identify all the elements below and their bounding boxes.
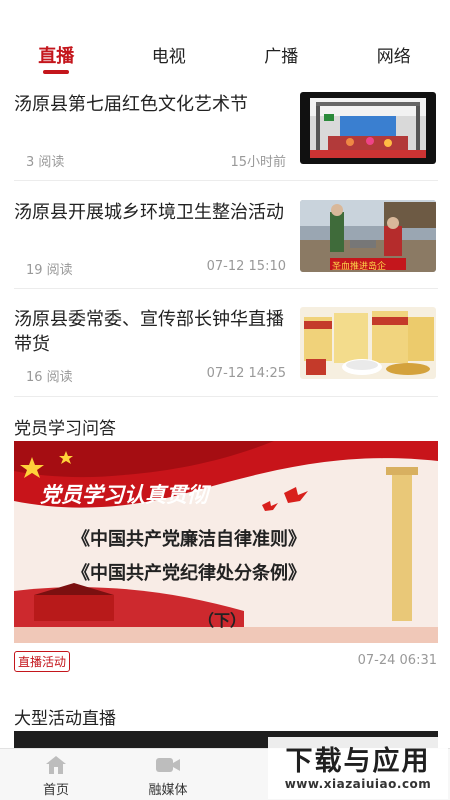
news-thumbnail-volunteers: 圣血推进岛企 <box>300 200 436 272</box>
banner-line-1: 《中国共产党廉洁自律准则》 <box>72 529 306 550</box>
publish-time: 07-12 14:25 <box>206 366 286 381</box>
tab-radio-label: 广播 <box>264 47 299 67</box>
nav-home-label: 首页 <box>42 783 69 798</box>
tab-live-label: 直播 <box>38 46 75 67</box>
read-count: 19 阅读 <box>26 263 73 278</box>
tab-radio[interactable]: 广播 <box>225 30 338 80</box>
home-icon <box>46 756 66 774</box>
news-item-sanitation[interactable]: 汤原县开展城乡环境卫生整治活动 19 阅读 07-12 15:10 圣血推进岛企 <box>14 200 438 298</box>
tab-network-label: 网络 <box>376 47 411 67</box>
live-activity-badge: 直播活动 <box>14 651 71 672</box>
news-item-art-festival[interactable]: 汤原县第七届红色文化艺术节 3 阅读 15小时前 <box>14 92 438 190</box>
tab-live[interactable]: 直播 <box>0 30 113 80</box>
video-camera-icon <box>156 758 180 772</box>
banner-party-study[interactable]: 党员学习认真贯彻 《中国共产党廉洁自律准则》 《中国共产党纪律处分条例》 （下） <box>14 441 438 643</box>
banner-line-3: （下） <box>198 611 247 630</box>
news-title: 汤原县开展城乡环境卫生整治活动 <box>14 202 284 223</box>
divider <box>14 180 438 181</box>
news-title: 汤原县委常委、宣传部长钟华直播带货 <box>14 309 284 355</box>
news-title: 汤原县第七届红色文化艺术节 <box>14 94 248 115</box>
tab-network[interactable]: 网络 <box>338 30 450 80</box>
banner-heading: 党员学习认真贯彻 <box>40 482 208 507</box>
section-title: 党员学习问答 <box>14 419 116 439</box>
news-thumbnail-rice <box>300 307 436 379</box>
publish-time: 07-12 15:10 <box>206 259 286 274</box>
watermark-url: www.xiazaiuiao.com <box>284 777 432 791</box>
tab-tv-label: 电视 <box>151 47 186 67</box>
nav-home[interactable]: 首页 <box>0 749 112 800</box>
watermark: 下载与应用 www.xiazaiuiao.com <box>268 737 448 799</box>
news-thumbnail-stage <box>300 92 436 164</box>
divider <box>14 396 438 397</box>
tab-active-indicator <box>43 70 70 74</box>
watermark-text: 下载与应用 <box>285 746 431 777</box>
banner-line-2: 《中国共产党纪律处分条例》 <box>72 563 306 584</box>
nav-media-label: 融媒体 <box>148 783 188 798</box>
top-tab-bar: 直播 电视 广播 网络 <box>0 30 450 80</box>
section-title: 大型活动直播 <box>14 709 116 729</box>
nav-media[interactable]: 融媒体 <box>112 749 224 800</box>
thumbnail-caption: 圣血推进岛企 <box>332 262 387 272</box>
news-item-livestream-sales[interactable]: 汤原县委常委、宣传部长钟华直播带货 16 阅读 07-12 14:25 <box>14 307 438 405</box>
tab-tv[interactable]: 电视 <box>113 30 226 80</box>
divider <box>14 288 438 289</box>
publish-time: 07-24 06:31 <box>357 653 437 668</box>
read-count: 16 阅读 <box>26 370 73 385</box>
read-count: 3 阅读 <box>26 155 65 170</box>
publish-time: 15小时前 <box>230 155 286 170</box>
